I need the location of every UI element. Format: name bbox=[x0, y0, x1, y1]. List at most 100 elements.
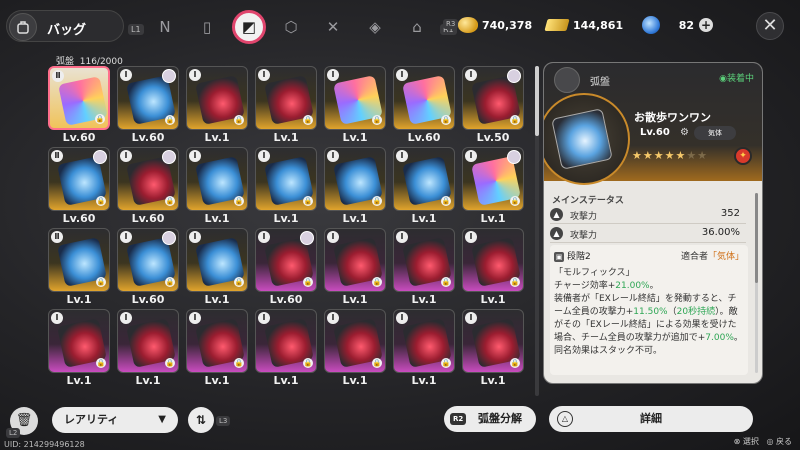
disc-card[interactable]: Ⅱ 🔒 Lv.60 bbox=[48, 66, 110, 146]
tab-home[interactable]: ⌂ bbox=[400, 10, 434, 44]
disc-name: お散歩ワンワン bbox=[634, 111, 711, 124]
tab-food[interactable]: ✕ bbox=[316, 10, 350, 44]
tab-device[interactable]: ▯ bbox=[190, 10, 224, 44]
ticket-currency[interactable]: 144,861 bbox=[544, 14, 623, 36]
disc-card[interactable]: Ⅰ 🔒 Lv.1 bbox=[255, 309, 317, 389]
skill-name: 「モルフィックス」 bbox=[554, 268, 635, 278]
lock-icon: 🔒 bbox=[510, 277, 520, 287]
disc-card-art: Ⅰ 🔒 bbox=[255, 228, 317, 292]
grid-scrollbar[interactable] bbox=[535, 66, 539, 396]
skill-stage: ▣ 段階2 bbox=[554, 249, 591, 262]
close-icon: ✕ bbox=[762, 15, 778, 36]
lock-icon: 🔒 bbox=[234, 277, 244, 287]
rank-badge: Ⅰ bbox=[120, 69, 132, 81]
disc-card[interactable]: Ⅰ 🔒 Lv.60 bbox=[117, 228, 179, 308]
rank-badge: Ⅰ bbox=[51, 312, 63, 324]
disc-card[interactable]: Ⅰ 🔒 Lv.1 bbox=[48, 309, 110, 389]
lock-icon: 🔒 bbox=[441, 115, 451, 125]
disc-card[interactable]: Ⅰ 🔒 Lv.1 bbox=[186, 309, 248, 389]
disc-card[interactable]: Ⅰ 🔒 Lv.60 bbox=[393, 66, 455, 146]
sort-order-button[interactable]: ⇅ bbox=[188, 407, 214, 433]
disc-card[interactable]: Ⅰ 🔒 Lv.1 bbox=[255, 147, 317, 227]
disc-card[interactable]: Ⅰ 🔒 Lv.1 bbox=[186, 228, 248, 308]
equipped-agent-avatar bbox=[507, 150, 521, 164]
rank-badge: Ⅱ bbox=[52, 70, 64, 82]
rank-badge: Ⅰ bbox=[396, 150, 408, 162]
disc-card[interactable]: Ⅰ 🔒 Lv.1 bbox=[462, 147, 524, 227]
lock-icon: 🔒 bbox=[165, 358, 175, 368]
detail-scroll-thumb[interactable] bbox=[755, 193, 758, 283]
disc-card[interactable]: Ⅰ 🔒 Lv.1 bbox=[324, 228, 386, 308]
skill-text: 「モルフィックス」 チャージ効率+21.00%。 装備者が「EXレール終結」を発… bbox=[554, 267, 744, 358]
rarity-filter-dropdown[interactable]: レアリティ ▼ bbox=[52, 407, 178, 433]
stat-name: 攻撃力 bbox=[570, 212, 598, 222]
lock-icon: 🔒 bbox=[96, 196, 106, 206]
disc-card-art: Ⅰ 🔒 bbox=[117, 66, 179, 130]
stars-empty: ★★ bbox=[686, 149, 709, 162]
fit-value: 「気体」 bbox=[707, 252, 744, 262]
disc-card[interactable]: Ⅰ 🔒 Lv.1 bbox=[393, 228, 455, 308]
disc-card-art: Ⅰ 🔒 bbox=[324, 147, 386, 211]
disc-card[interactable]: Ⅰ 🔒 Lv.1 bbox=[324, 309, 386, 389]
skill-line-1: チャージ効率+21.00%。 bbox=[554, 280, 744, 293]
disc-card[interactable]: Ⅰ 🔒 Lv.60 bbox=[255, 228, 317, 308]
lock-icon: 🔒 bbox=[441, 196, 451, 206]
disc-card[interactable]: Ⅰ 🔒 Lv.60 bbox=[117, 66, 179, 146]
disc-card[interactable]: Ⅰ 🔒 Lv.1 bbox=[186, 147, 248, 227]
disc-card[interactable]: Ⅰ 🔒 Lv.1 bbox=[462, 309, 524, 389]
disc-level: Lv.1 bbox=[273, 131, 299, 144]
disc-card[interactable]: Ⅰ 🔒 Lv.1 bbox=[324, 147, 386, 227]
rank-badge: Ⅰ bbox=[120, 231, 132, 243]
lock-icon: 🔒 bbox=[372, 115, 382, 125]
disc-level: Lv.60 bbox=[131, 131, 165, 144]
disc-card[interactable]: Ⅰ 🔒 Lv.1 bbox=[393, 147, 455, 227]
lock-icon: 🔒 bbox=[165, 196, 175, 206]
tab-box[interactable]: ⬡ bbox=[274, 10, 308, 44]
skill-line-1-c: 。 bbox=[649, 281, 659, 291]
details-button[interactable]: △ 詳細 bbox=[549, 406, 753, 432]
orb-currency[interactable]: 82 + bbox=[642, 14, 713, 36]
disc-card-art: Ⅰ 🔒 bbox=[324, 228, 386, 292]
box-icon: ⬡ bbox=[284, 18, 298, 36]
tab-disc[interactable]: ◩ bbox=[232, 10, 266, 44]
detail-category: 弧盤 bbox=[590, 77, 610, 88]
disc-card[interactable]: Ⅰ 🔒 Lv.1 bbox=[393, 309, 455, 389]
disc-card-art: Ⅰ 🔒 bbox=[48, 309, 110, 373]
disc-card[interactable]: Ⅰ 🔒 Lv.1 bbox=[462, 228, 524, 308]
dismantle-button[interactable]: R2 弧盤分解 bbox=[444, 406, 536, 432]
disc-card[interactable]: Ⅱ 🔒 Lv.1 bbox=[48, 228, 110, 308]
disc-card[interactable]: Ⅰ 🔒 Lv.1 bbox=[255, 66, 317, 146]
lock-icon: 🔒 bbox=[303, 115, 313, 125]
gold-currency[interactable]: 740,378 bbox=[458, 14, 532, 36]
stat-name: 攻撃力 bbox=[570, 231, 598, 241]
equipped-agent-avatar bbox=[93, 150, 107, 164]
rarity-filter-label: レアリティ bbox=[64, 413, 119, 426]
rank-badge: Ⅰ bbox=[396, 69, 408, 81]
tab-material[interactable]: ◈ bbox=[358, 10, 392, 44]
disc-level: Lv.1 bbox=[480, 374, 506, 387]
rank-badge: Ⅰ bbox=[465, 312, 477, 324]
disc-card[interactable]: Ⅰ 🔒 Lv.1 bbox=[186, 66, 248, 146]
tab-agent[interactable]: N bbox=[148, 10, 182, 44]
disc-card[interactable]: Ⅰ 🔒 Lv.50 bbox=[462, 66, 524, 146]
detail-scrollbar[interactable] bbox=[755, 193, 758, 373]
disc-level: Lv.1 bbox=[204, 131, 230, 144]
stat-row: ▲ 攻撃力 36.00% bbox=[550, 225, 746, 243]
details-label: 詳細 bbox=[640, 412, 662, 425]
disc-card[interactable]: Ⅰ 🔒 Lv.1 bbox=[324, 66, 386, 146]
home-icon: ⌂ bbox=[412, 18, 422, 36]
disc-card[interactable]: Ⅰ 🔒 Lv.1 bbox=[117, 309, 179, 389]
close-button[interactable]: ✕ bbox=[756, 12, 784, 40]
lock-icon: 🔒 bbox=[234, 115, 244, 125]
grid-scroll-thumb[interactable] bbox=[535, 66, 539, 136]
equipped-agent-avatar bbox=[507, 69, 521, 83]
add-orb-button[interactable]: + bbox=[699, 18, 713, 32]
disc-card[interactable]: Ⅱ 🔒 Lv.60 bbox=[48, 147, 110, 227]
disc-level: Lv.60 bbox=[407, 131, 441, 144]
gear-icon: ⚙ bbox=[680, 127, 689, 138]
disc-card-art: Ⅰ 🔒 bbox=[255, 309, 317, 373]
disc-card[interactable]: Ⅰ 🔒 Lv.60 bbox=[117, 147, 179, 227]
disc-card-art: Ⅰ 🔒 bbox=[462, 147, 524, 211]
rank-badge: Ⅰ bbox=[327, 150, 339, 162]
r3-hint: R3 bbox=[443, 19, 459, 29]
